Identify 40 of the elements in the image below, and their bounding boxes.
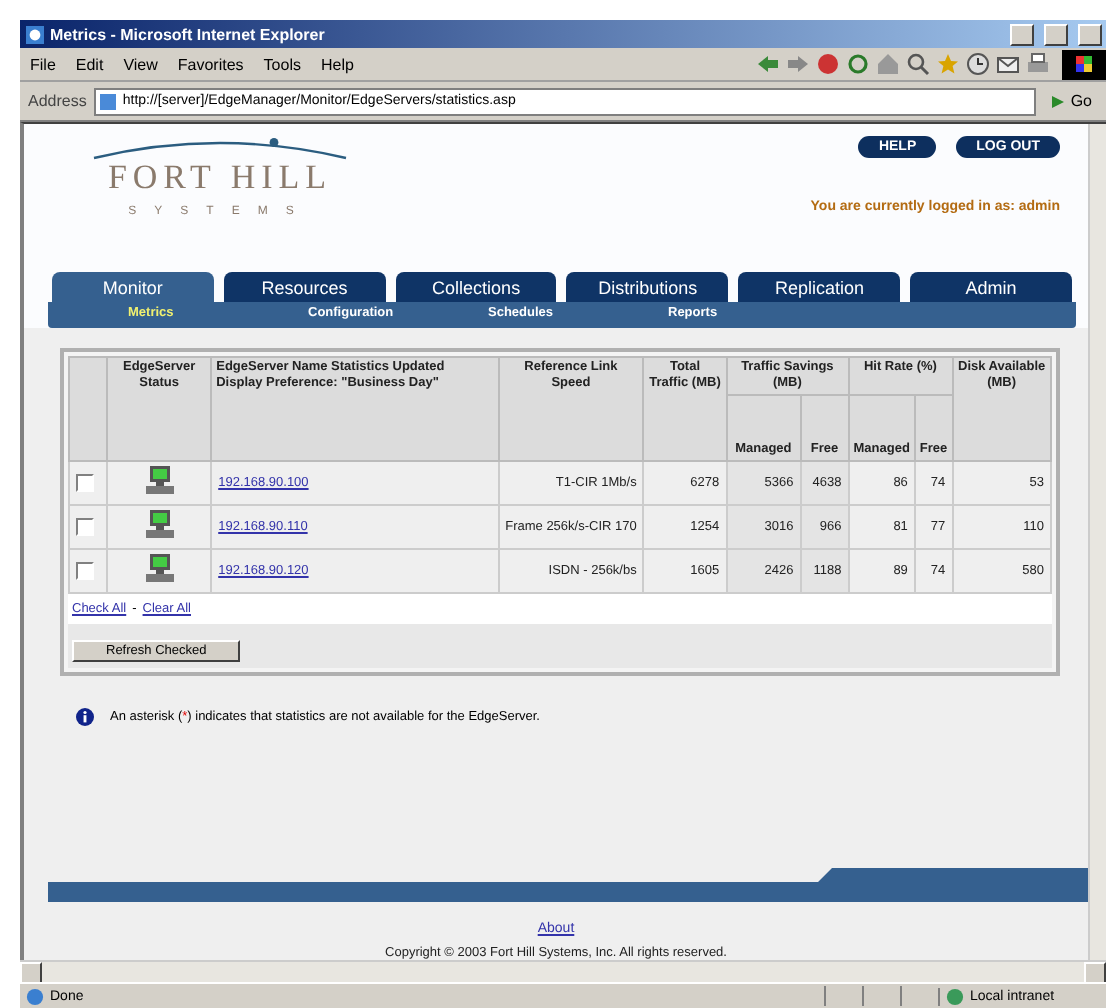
go-button[interactable]: Go: [1044, 90, 1098, 112]
maximize-button[interactable]: [1044, 23, 1068, 45]
refresh-icon[interactable]: [846, 52, 870, 76]
row-checkbox[interactable]: [76, 474, 94, 492]
nav-tab[interactable]: Replication: [738, 272, 901, 302]
search-icon[interactable]: [906, 52, 930, 76]
browser-icon: [26, 25, 44, 43]
horizontal-scrollbar[interactable]: [20, 960, 1106, 982]
computer-icon: [145, 554, 174, 584]
clock-icon[interactable]: [966, 52, 990, 76]
nav-tab[interactable]: Monitor: [52, 272, 214, 302]
minimize-button[interactable]: [1010, 23, 1034, 45]
nav-tab[interactable]: Resources: [223, 272, 386, 302]
menu-item[interactable]: Help: [310, 55, 364, 73]
row-checkbox[interactable]: [76, 518, 94, 536]
info-icon: [76, 708, 94, 726]
globe-icon: [946, 987, 964, 1005]
row-checkbox[interactable]: [76, 562, 94, 580]
stop-icon[interactable]: [816, 52, 840, 76]
envelope-icon[interactable]: [996, 52, 1020, 76]
forward-arrow-icon[interactable]: [786, 52, 810, 76]
nav-tab[interactable]: Distributions: [566, 272, 729, 302]
printer-icon[interactable]: [1026, 52, 1050, 76]
menu-item[interactable]: Edit: [65, 55, 114, 73]
menu-item[interactable]: Favorites: [167, 55, 254, 73]
computer-icon: [145, 510, 174, 540]
vertical-scrollbar[interactable]: [1088, 124, 1106, 960]
computer-icon: [145, 466, 174, 496]
flag-logo-icon: [1062, 49, 1106, 79]
back-arrow-icon[interactable]: [756, 52, 780, 76]
menu-item[interactable]: File: [20, 55, 66, 73]
close-button[interactable]: [1078, 23, 1102, 45]
menu-item[interactable]: View: [113, 55, 168, 73]
star-icon[interactable]: [936, 52, 960, 76]
nav-tab[interactable]: Collections: [395, 272, 557, 302]
window-title: Metrics - Microsoft Internet Explorer: [50, 25, 327, 43]
play-arrow-icon: [1050, 93, 1067, 109]
address-label: Address: [28, 92, 87, 110]
menu-item[interactable]: Tools: [253, 55, 311, 73]
nav-tab[interactable]: Admin: [910, 272, 1072, 302]
